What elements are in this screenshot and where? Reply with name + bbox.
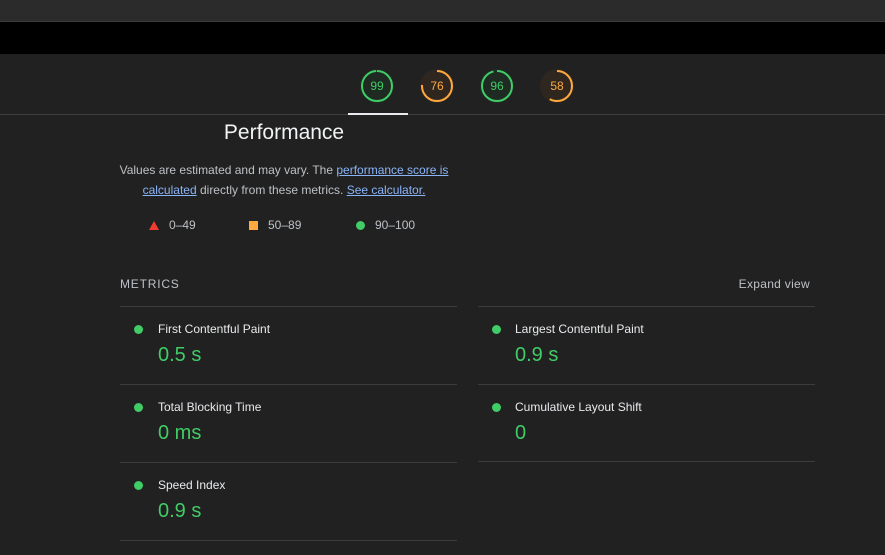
divider [120, 462, 457, 463]
metric-si-value: 0.9 s [158, 500, 202, 522]
category-description: Values are estimated and may vary. The p… [112, 161, 456, 200]
metric-tbt-value: 0 ms [158, 422, 202, 444]
pass-circle-icon [492, 403, 501, 412]
legend-fail-label: 0–49 [169, 218, 196, 232]
square-icon [249, 221, 258, 231]
divider [120, 540, 457, 541]
see-calculator-link[interactable]: See calculator. [347, 183, 426, 197]
legend-fail: 0–49 [149, 216, 196, 234]
divider [120, 306, 457, 307]
desc-text-2: directly from these metrics. [196, 182, 347, 197]
metric-tbt-name: Total Blocking Time [158, 400, 262, 414]
divider [478, 461, 815, 462]
gauge-seo-score: 58 [550, 79, 564, 93]
legend-pass-label: 90–100 [375, 218, 416, 232]
divider [478, 384, 815, 385]
legend-average: 50–89 [249, 216, 301, 234]
metric-cls-name: Cumulative Layout Shift [515, 400, 642, 414]
divider [478, 306, 815, 307]
metrics-header: METRICS [120, 277, 180, 291]
pass-circle-icon [134, 325, 143, 334]
browser-top-strip [0, 0, 885, 22]
pass-circle-icon [134, 481, 143, 490]
divider [120, 384, 457, 385]
gauge-performance-score: 99 [370, 79, 384, 93]
legend-pass: 90–100 [356, 216, 415, 234]
circle-icon [356, 221, 365, 231]
desc-text-1: Values are estimated and may vary. The [119, 163, 337, 177]
metric-si-name: Speed Index [158, 478, 226, 492]
gauge-accessibility[interactable]: 76 [420, 69, 454, 103]
metric-cls-value: 0 [515, 422, 527, 444]
gauge-best-practices[interactable]: 96 [480, 69, 514, 103]
gauge-best-practices-score: 96 [490, 79, 504, 93]
active-gauge-underline [348, 113, 408, 115]
metric-lcp-name: Largest Contentful Paint [515, 322, 644, 336]
metric-fcp-value: 0.5 s [158, 344, 202, 366]
metric-lcp-value: 0.9 s [515, 344, 559, 366]
top-black-bar [0, 22, 885, 54]
gauge-accessibility-score: 76 [430, 79, 444, 93]
category-title: Performance [223, 121, 345, 144]
gauge-seo[interactable]: 58 [540, 69, 574, 103]
triangle-icon [149, 221, 159, 231]
pass-circle-icon [492, 325, 501, 334]
expand-view-button[interactable]: Expand view [720, 277, 810, 291]
metric-fcp-name: First Contentful Paint [158, 322, 271, 336]
pass-circle-icon [134, 403, 143, 412]
legend-average-label: 50–89 [268, 218, 302, 232]
gauge-performance[interactable]: 99 [360, 69, 394, 103]
